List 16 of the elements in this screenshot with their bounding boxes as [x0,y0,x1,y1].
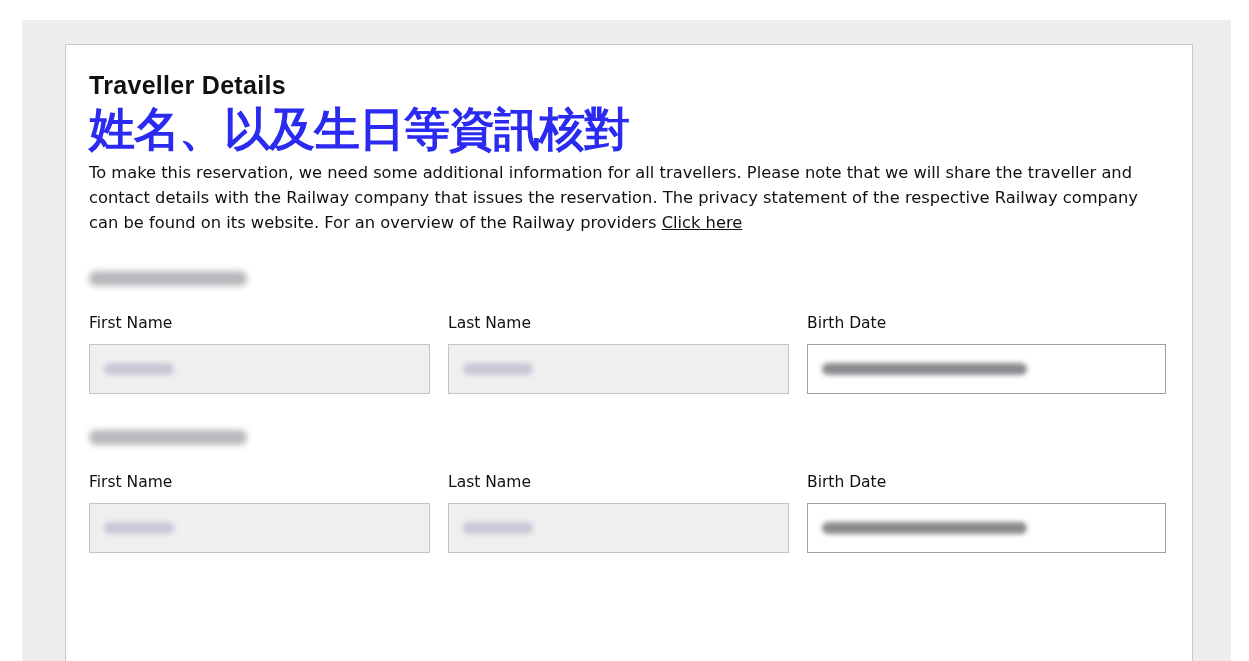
blurred-value [104,363,174,375]
blurred-value [104,522,174,534]
field-label: First Name [89,314,174,332]
field-label: Birth Date [807,473,888,491]
field-label: First Name [89,473,174,491]
blurred-value [463,363,533,375]
blurred-value [463,522,533,534]
field-label: Birth Date [807,314,888,332]
input-field[interactable] [807,503,1166,553]
input-field[interactable] [807,344,1166,394]
click-here-link[interactable]: Click here [661,213,743,232]
field-label: Last Name [448,473,532,491]
overlay-caption: 姓名、以及生日等資訊核對 [89,102,629,156]
intro-paragraph: To make this reservation, we need some additional information for all travellers. Please note that we will share the traveller and contact details with the Railway company that issues the reservation. The privacy statement of the respective Railway company can be found on its website. For an overview of the Railway providers Click here [89,162,1139,234]
field-label: Last Name [448,314,532,332]
section-title: Traveller Details [89,71,287,100]
